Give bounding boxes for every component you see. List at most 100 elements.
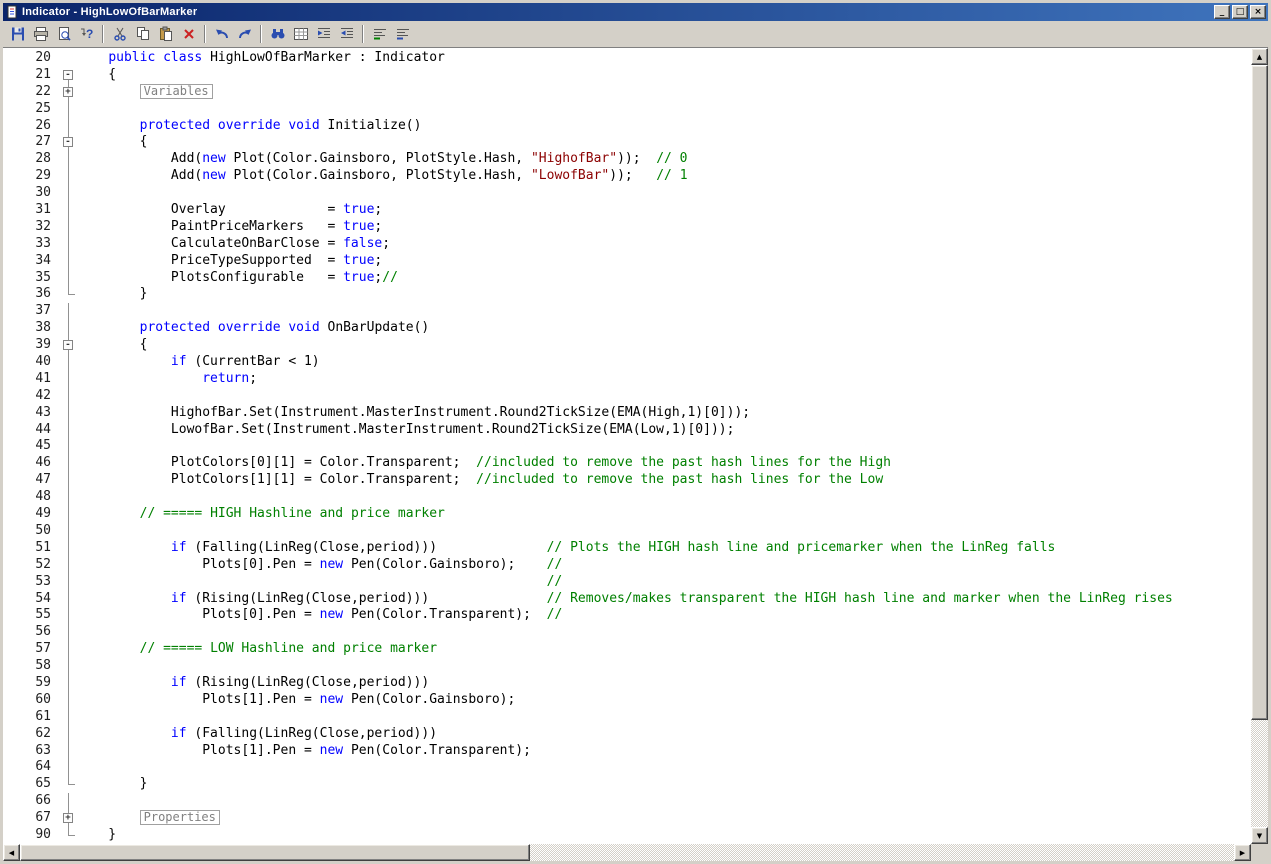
code-line[interactable]: 43 HighofBar.Set(Instrument.MasterInstru…	[3, 404, 1251, 422]
code-text[interactable]: Overlay = true;	[77, 202, 1251, 219]
code-line[interactable]: 44 LowofBar.Set(Instrument.MasterInstrum…	[3, 421, 1251, 439]
vertical-scroll-thumb[interactable]	[1251, 65, 1268, 721]
code-text[interactable]	[77, 185, 1251, 202]
code-text[interactable]: Plots[1].Pen = new Pen(Color.Gainsboro);	[77, 692, 1251, 709]
vertical-scrollbar[interactable]: ▲ ▼	[1251, 48, 1268, 844]
minimize-button[interactable]: _	[1214, 5, 1230, 19]
code-text[interactable]: PriceTypeSupported = true;	[77, 253, 1251, 270]
outdent-button[interactable]	[335, 23, 358, 45]
code-text[interactable]	[77, 658, 1251, 675]
code-line[interactable]: 62 if (Falling(LinReg(Close,period)))	[3, 725, 1251, 743]
fold-marker[interactable]: -	[61, 134, 77, 152]
code-text[interactable]: PlotColors[1][1] = Color.Transparent; //…	[77, 472, 1251, 489]
code-text[interactable]	[77, 101, 1251, 118]
code-line[interactable]: 67 + Properties	[3, 810, 1251, 827]
code-line[interactable]: 90 }	[3, 826, 1251, 844]
code-text[interactable]: return;	[77, 371, 1251, 388]
print-preview-button[interactable]	[52, 23, 75, 45]
code-line[interactable]: 61	[3, 708, 1251, 726]
code-text[interactable]	[77, 709, 1251, 726]
code-text[interactable]: protected override void Initialize()	[77, 118, 1251, 135]
code-text[interactable]: PlotsConfigurable = true;//	[77, 270, 1251, 287]
find-button[interactable]	[266, 23, 289, 45]
fold-marker[interactable]: -	[61, 337, 77, 355]
horizontal-scroll-thumb[interactable]	[20, 844, 530, 861]
paste-button[interactable]	[154, 23, 177, 45]
code-line[interactable]: 27 - {	[3, 134, 1251, 152]
cut-button[interactable]	[108, 23, 131, 45]
fold-marker[interactable]: +	[61, 83, 77, 101]
code-text[interactable]: if (Falling(LinReg(Close,period))) // Pl…	[77, 540, 1251, 557]
code-line[interactable]: 48	[3, 489, 1251, 507]
code-text[interactable]: Properties	[77, 810, 1251, 827]
code-text[interactable]: PlotColors[0][1] = Color.Transparent; //…	[77, 455, 1251, 472]
code-line[interactable]: 58	[3, 658, 1251, 675]
context-help-button[interactable]: ?	[75, 23, 98, 45]
code-text[interactable]	[77, 793, 1251, 810]
code-line[interactable]: 36 }	[3, 286, 1251, 303]
code-line[interactable]: 35 PlotsConfigurable = true;//	[3, 269, 1251, 287]
code-line[interactable]: 38 protected override void OnBarUpdate()	[3, 320, 1251, 338]
code-line[interactable]: 59 if (Rising(LinReg(Close,period)))	[3, 674, 1251, 692]
code-line[interactable]: 50	[3, 522, 1251, 540]
code-text[interactable]: LowofBar.Set(Instrument.MasterInstrument…	[77, 422, 1251, 439]
code-text[interactable]: HighofBar.Set(Instrument.MasterInstrumen…	[77, 405, 1251, 422]
code-text[interactable]: {	[77, 134, 1251, 151]
indent-button[interactable]	[312, 23, 335, 45]
code-line[interactable]: 40 if (CurrentBar < 1)	[3, 354, 1251, 371]
code-text[interactable]: //	[77, 574, 1251, 591]
print-button[interactable]	[29, 23, 52, 45]
code-text[interactable]: {	[77, 337, 1251, 354]
code-text[interactable]: CalculateOnBarClose = false;	[77, 236, 1251, 253]
code-line[interactable]: 31 Overlay = true;	[3, 202, 1251, 219]
code-line[interactable]: 39 - {	[3, 337, 1251, 355]
code-line[interactable]: 42	[3, 387, 1251, 405]
collapsed-region[interactable]: Properties	[139, 810, 220, 826]
code-line[interactable]: 21 - {	[3, 67, 1251, 84]
fold-expand-icon[interactable]: +	[63, 813, 73, 824]
code-text[interactable]: // ===== LOW Hashline and price marker	[77, 641, 1251, 658]
code-text[interactable]: // ===== HIGH Hashline and price marker	[77, 506, 1251, 523]
code-text[interactable]: Plots[0].Pen = new Pen(Color.Gainsboro);…	[77, 557, 1251, 574]
code-line[interactable]: 20 public class HighLowOfBarMarker : Ind…	[3, 50, 1251, 67]
code-text[interactable]	[77, 388, 1251, 405]
window-icon[interactable]	[5, 5, 19, 19]
code-line[interactable]: 55 Plots[0].Pen = new Pen(Color.Transpar…	[3, 607, 1251, 625]
code-line[interactable]: 60 Plots[1].Pen = new Pen(Color.Gainsbor…	[3, 691, 1251, 709]
code-line[interactable]: 26 protected override void Initialize()	[3, 117, 1251, 135]
code-text[interactable]: {	[77, 67, 1251, 84]
code-line[interactable]: 37	[3, 303, 1251, 321]
code-line[interactable]: 25	[3, 100, 1251, 118]
delete-button[interactable]	[177, 23, 200, 45]
scroll-up-button[interactable]: ▲	[1251, 48, 1268, 65]
code-line[interactable]: 29 Add(new Plot(Color.Gainsboro, PlotSty…	[3, 168, 1251, 186]
collapsed-region[interactable]: Variables	[139, 83, 213, 99]
code-line[interactable]: 63 Plots[1].Pen = new Pen(Color.Transpar…	[3, 742, 1251, 760]
copy-button[interactable]	[131, 23, 154, 45]
fold-marker[interactable]: -	[61, 67, 77, 84]
code-line[interactable]: 46 PlotColors[0][1] = Color.Transparent;…	[3, 455, 1251, 473]
code-text[interactable]	[77, 759, 1251, 776]
code-text[interactable]	[77, 624, 1251, 641]
code-line[interactable]: 30	[3, 185, 1251, 203]
fold-expand-icon[interactable]: +	[63, 86, 73, 97]
code-text[interactable]: Add(new Plot(Color.Gainsboro, PlotStyle.…	[77, 168, 1251, 185]
code-line[interactable]: 33 CalculateOnBarClose = false;	[3, 235, 1251, 253]
scroll-left-button[interactable]: ◀	[3, 844, 20, 861]
code-text[interactable]	[77, 303, 1251, 320]
code-line[interactable]: 47 PlotColors[1][1] = Color.Transparent;…	[3, 472, 1251, 490]
code-text[interactable]: public class HighLowOfBarMarker : Indica…	[77, 50, 1251, 67]
code-text[interactable]	[77, 489, 1251, 506]
save-button[interactable]	[6, 23, 29, 45]
code-text[interactable]: PaintPriceMarkers = true;	[77, 219, 1251, 236]
goto-line-button[interactable]	[289, 23, 312, 45]
code-text[interactable]: if (Rising(LinReg(Close,period))) // Rem…	[77, 591, 1251, 608]
horizontal-scrollbar[interactable]: ◀ ▶	[3, 844, 1251, 861]
fold-marker[interactable]: +	[61, 810, 77, 827]
code-text[interactable]: Plots[1].Pen = new Pen(Color.Transparent…	[77, 743, 1251, 760]
code-line[interactable]: 56	[3, 624, 1251, 642]
code-line[interactable]: 22 + Variables	[3, 83, 1251, 101]
redo-button[interactable]	[233, 23, 256, 45]
close-button[interactable]: ×	[1250, 5, 1266, 19]
scroll-down-button[interactable]: ▼	[1251, 827, 1268, 844]
